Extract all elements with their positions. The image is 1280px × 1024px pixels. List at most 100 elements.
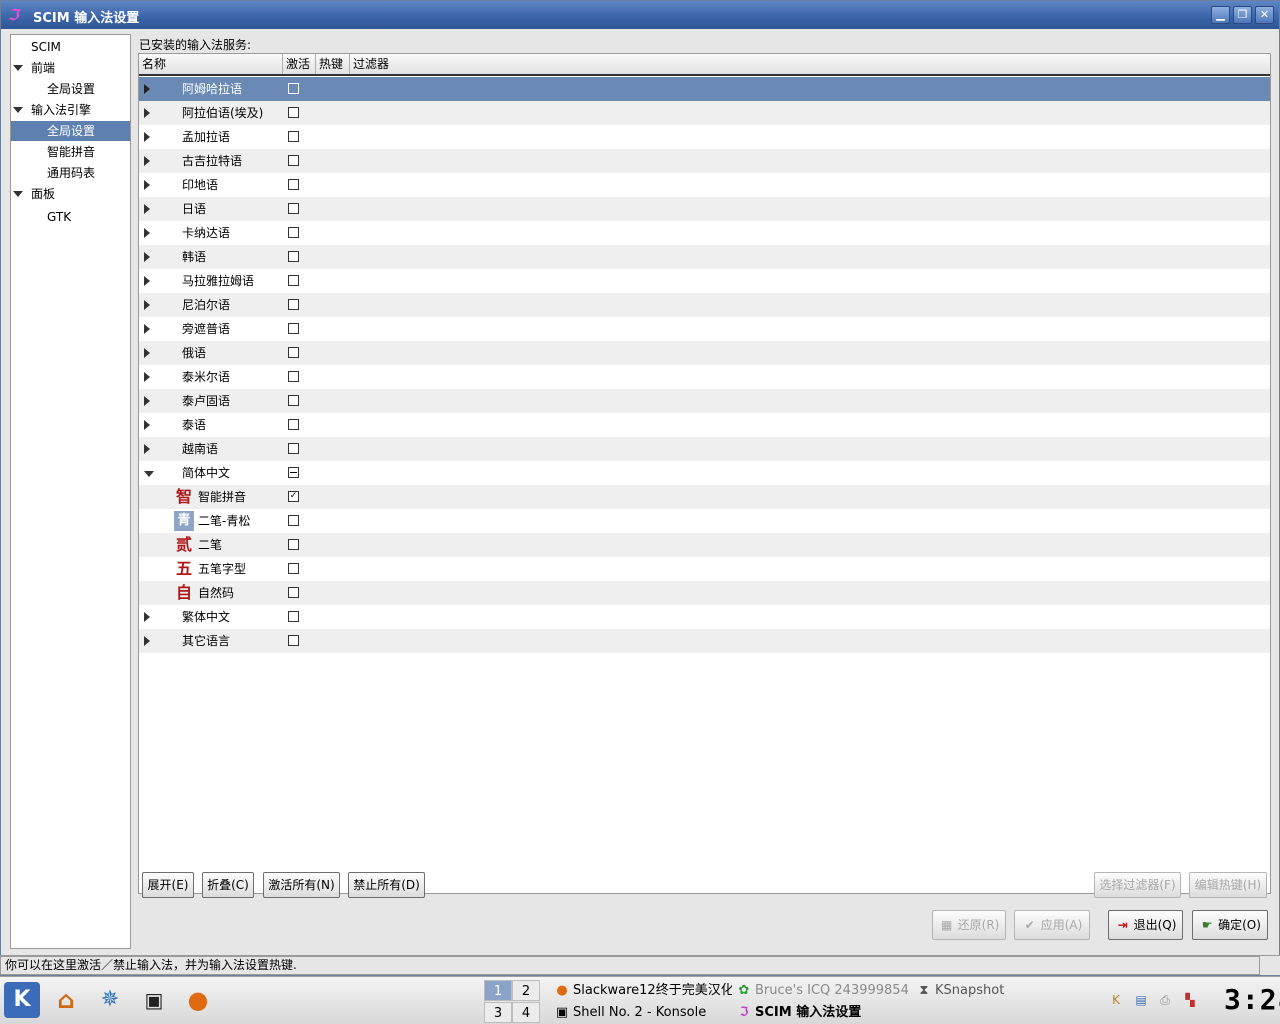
keyboard-layout-icon[interactable]: ▤ bbox=[1132, 991, 1150, 1009]
desktop-2-button[interactable]: 2 bbox=[512, 980, 540, 1001]
list-item[interactable]: 泰米尔语 bbox=[139, 365, 1270, 389]
title-bar[interactable]: ℑ SCIM 输入法设置 ▁ ❐ ✕ bbox=[1, 1, 1279, 29]
list-item[interactable]: 简体中文 bbox=[139, 461, 1270, 485]
active-checkbox[interactable] bbox=[288, 299, 299, 310]
klipper-icon[interactable]: K bbox=[1107, 991, 1125, 1009]
task-scim-settings[interactable]: ℑ SCIM 输入法设置 bbox=[736, 1002, 914, 1023]
task-ksnapshot[interactable]: ⧗ KSnapshot bbox=[916, 980, 1026, 1001]
active-checkbox[interactable] bbox=[288, 515, 299, 526]
expander-right-icon[interactable] bbox=[144, 108, 150, 118]
expander-right-icon[interactable] bbox=[144, 276, 150, 286]
disable-all-button[interactable]: 禁止所有(D) bbox=[348, 872, 425, 898]
scim-tray-icon[interactable]: ▚ bbox=[1181, 991, 1199, 1009]
expander-down-icon[interactable] bbox=[13, 107, 23, 113]
list-item[interactable]: 五五笔字型 bbox=[139, 557, 1270, 581]
printer-icon[interactable]: ⎙ bbox=[1156, 991, 1174, 1009]
minimize-button[interactable]: ▁ bbox=[1211, 6, 1230, 24]
expander-down-icon[interactable] bbox=[13, 65, 23, 71]
expander-right-icon[interactable] bbox=[144, 252, 150, 262]
list-item[interactable]: 旁遮普语 bbox=[139, 317, 1270, 341]
imengine-list[interactable]: 名称 激活 热键 过滤器 阿姆哈拉语 阿拉伯语(埃及) 孟加拉语 古吉拉特语 印地语 日语… bbox=[138, 53, 1271, 894]
active-checkbox[interactable] bbox=[288, 323, 299, 334]
terminal-icon[interactable]: ▣ bbox=[136, 982, 172, 1018]
expander-right-icon[interactable] bbox=[144, 636, 150, 646]
expander-right-icon[interactable] bbox=[144, 396, 150, 406]
active-checkbox[interactable] bbox=[288, 83, 299, 94]
list-item[interactable]: 尼泊尔语 bbox=[139, 293, 1270, 317]
active-checkbox[interactable] bbox=[288, 203, 299, 214]
list-item[interactable]: 马拉雅拉姆语 bbox=[139, 269, 1270, 293]
expand-button[interactable]: 展开(E) bbox=[142, 872, 194, 898]
active-checkbox[interactable] bbox=[288, 347, 299, 358]
active-checkbox[interactable] bbox=[288, 251, 299, 262]
list-item[interactable]: 青二笔-青松 bbox=[139, 509, 1270, 533]
list-item[interactable]: 阿拉伯语(埃及) bbox=[139, 101, 1270, 125]
active-checkbox[interactable] bbox=[288, 539, 299, 550]
column-header-active[interactable]: 激活 bbox=[283, 54, 316, 74]
edit-hotkey-button[interactable]: 编辑热键(H) bbox=[1189, 872, 1267, 898]
expander-right-icon[interactable] bbox=[144, 372, 150, 382]
active-checkbox[interactable] bbox=[288, 227, 299, 238]
list-item[interactable]: 孟加拉语 bbox=[139, 125, 1270, 149]
expander-right-icon[interactable] bbox=[144, 300, 150, 310]
expander-right-icon[interactable] bbox=[144, 156, 150, 166]
active-checkbox[interactable]: ✓ bbox=[288, 491, 299, 502]
konqueror-icon[interactable]: ✵ bbox=[92, 982, 128, 1018]
active-checkbox[interactable] bbox=[288, 131, 299, 142]
list-item[interactable]: 印地语 bbox=[139, 173, 1270, 197]
exit-button[interactable]: ⇥ 退出(Q) bbox=[1108, 910, 1183, 940]
expander-right-icon[interactable] bbox=[144, 204, 150, 214]
task-firefox[interactable]: ● Slackware12终于完美汉化 bbox=[554, 980, 732, 1001]
firefox-icon[interactable]: ● bbox=[180, 982, 216, 1018]
apply-button[interactable]: ✔ 应用(A) bbox=[1014, 910, 1090, 940]
expander-right-icon[interactable] bbox=[144, 84, 150, 94]
list-item[interactable]: 日语 bbox=[139, 197, 1270, 221]
active-checkbox[interactable] bbox=[288, 587, 299, 598]
list-item[interactable]: 韩语 bbox=[139, 245, 1270, 269]
clock[interactable]: 3:28 bbox=[1224, 983, 1280, 1016]
active-checkbox[interactable] bbox=[288, 419, 299, 430]
column-header-hotkey[interactable]: 热键 bbox=[316, 54, 350, 74]
column-header-filter[interactable]: 过滤器 bbox=[350, 54, 1270, 74]
list-item[interactable]: 卡纳达语 bbox=[139, 221, 1270, 245]
select-filter-button[interactable]: 选择过滤器(F) bbox=[1094, 872, 1181, 898]
revert-button[interactable]: ▦ 还原(R) bbox=[932, 910, 1006, 940]
task-konsole[interactable]: ▣ Shell No. 2 - Konsole bbox=[554, 1002, 732, 1023]
sidebar-item-gtk[interactable]: GTK bbox=[11, 207, 130, 227]
sidebar-item-imengine[interactable]: 输入法引擎 bbox=[11, 100, 130, 120]
close-button[interactable]: ✕ bbox=[1255, 6, 1274, 24]
expander-right-icon[interactable] bbox=[144, 132, 150, 142]
collapse-button[interactable]: 折叠(C) bbox=[202, 872, 254, 898]
kde-menu-icon[interactable]: K bbox=[4, 982, 40, 1018]
ok-button[interactable]: ☛ 确定(O) bbox=[1192, 910, 1268, 940]
column-header-name[interactable]: 名称 bbox=[139, 54, 283, 74]
expander-down-icon[interactable] bbox=[13, 191, 23, 197]
expander-right-icon[interactable] bbox=[144, 420, 150, 430]
sidebar-item-generic-table[interactable]: 通用码表 bbox=[11, 163, 130, 183]
list-item[interactable]: 自自然码 bbox=[139, 581, 1270, 605]
expander-down-icon[interactable] bbox=[144, 471, 154, 477]
maximize-button[interactable]: ❐ bbox=[1233, 6, 1252, 24]
active-checkbox[interactable] bbox=[288, 395, 299, 406]
desktop-1-button[interactable]: 1 bbox=[484, 980, 512, 1001]
active-checkbox[interactable] bbox=[288, 371, 299, 382]
active-checkbox[interactable] bbox=[288, 179, 299, 190]
list-item[interactable]: 俄语 bbox=[139, 341, 1270, 365]
list-item[interactable]: 越南语 bbox=[139, 437, 1270, 461]
list-item[interactable]: 智智能拼音 ✓ bbox=[139, 485, 1270, 509]
list-item[interactable]: 其它语言 bbox=[139, 629, 1270, 653]
expander-right-icon[interactable] bbox=[144, 612, 150, 622]
active-checkbox[interactable] bbox=[288, 155, 299, 166]
expander-right-icon[interactable] bbox=[144, 324, 150, 334]
desktop-3-button[interactable]: 3 bbox=[484, 1002, 512, 1023]
active-checkbox[interactable] bbox=[288, 635, 299, 646]
expander-right-icon[interactable] bbox=[144, 228, 150, 238]
expander-right-icon[interactable] bbox=[144, 348, 150, 358]
sidebar-item-frontend[interactable]: 前端 bbox=[11, 58, 130, 78]
list-item[interactable]: 贰二笔 bbox=[139, 533, 1270, 557]
sidebar-item-frontend-global[interactable]: 全局设置 bbox=[11, 79, 130, 99]
list-item[interactable]: 繁体中文 bbox=[139, 605, 1270, 629]
expander-right-icon[interactable] bbox=[144, 444, 150, 454]
task-icq[interactable]: ✿ Bruce's ICQ 243999854 bbox=[736, 980, 911, 1001]
list-item[interactable]: 泰卢固语 bbox=[139, 389, 1270, 413]
